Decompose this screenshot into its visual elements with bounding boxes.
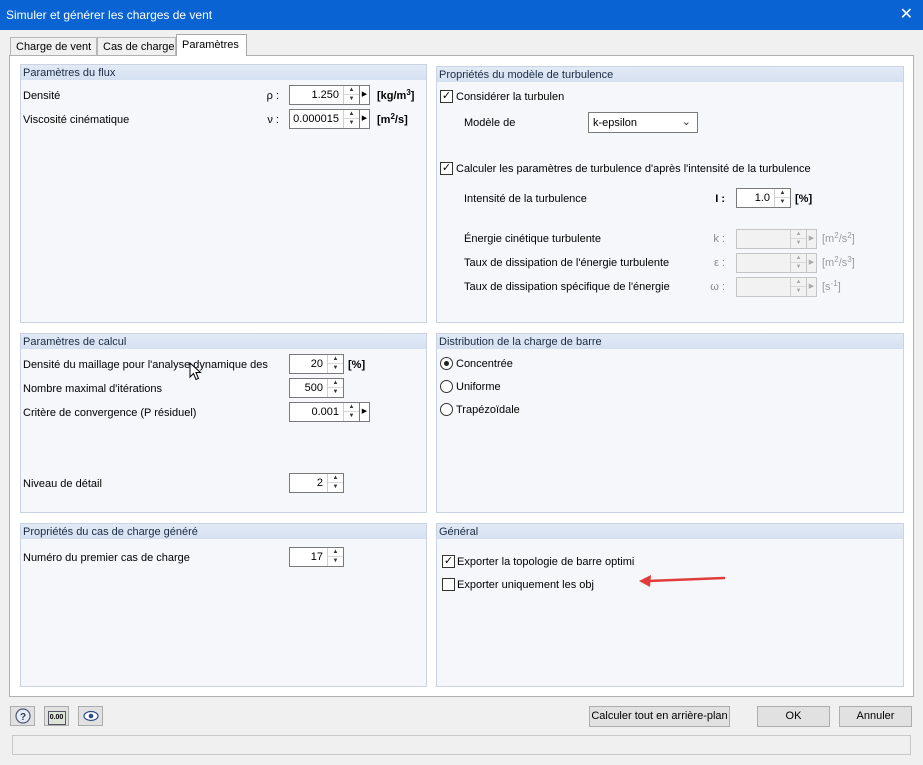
kinetic-label: Énergie cinétique turbulente (464, 233, 601, 245)
calc-turbulence-checkbox[interactable]: ✓ (440, 162, 453, 175)
convergence-menu-button[interactable]: ▶ (359, 402, 370, 422)
general-header: Général (437, 524, 903, 539)
help-button[interactable]: ? (10, 706, 35, 726)
export-topology-label: Exporter la topologie de barre optimi (457, 556, 635, 568)
export-only-label: Exporter uniquement les obj (457, 579, 594, 591)
loadcase-group: Propriétés du cas de charge généré Numér… (20, 523, 427, 687)
intensity-input[interactable]: 1.0 ▲ ▼ (736, 188, 791, 208)
calc-header: Paramètres de calcul (21, 334, 426, 349)
flux-header: Paramètres du flux (21, 65, 426, 80)
intensity-label: Intensité de la turbulence (464, 193, 587, 205)
cursor-icon (189, 362, 202, 381)
density-label: Densité (23, 90, 61, 102)
mesh-label: Densité du maillage pour l'analyse dynam… (23, 359, 268, 371)
title-bar: Simuler et générer les charges de vent ✕ (0, 0, 923, 30)
first-loadcase-input[interactable]: 17 ▲ ▼ (289, 547, 344, 567)
radio-trapezoidale[interactable] (440, 403, 453, 416)
chevron-down-icon: ⌄ (681, 116, 691, 128)
loadcase-header: Propriétés du cas de charge généré (21, 524, 426, 539)
density-input[interactable]: 1.250 ▲ ▼ ▶ (289, 85, 370, 105)
tab-charge-de-vent[interactable]: Charge de vent (10, 37, 97, 56)
specific-label: Taux de dissipation spécifique de l'éner… (464, 281, 670, 293)
general-group: Général ✓ Exporter la topologie de barre… (436, 523, 904, 687)
convergence-label: Critère de convergence (P résiduel) (23, 407, 197, 419)
calc-background-button[interactable]: Calculer tout en arrière-plan (589, 706, 730, 727)
consider-turbulence-label: Considérer la turbulen (456, 91, 565, 103)
mesh-input[interactable]: 20 ▲ ▼ (289, 354, 344, 374)
density-symbol: ρ : (266, 90, 279, 102)
kinetic-input: ▲ ▼ ▶ (736, 229, 817, 249)
viscosity-menu-button[interactable]: ▶ (359, 109, 370, 129)
radio-concentree[interactable] (440, 357, 453, 370)
consider-turbulence-checkbox[interactable]: ✓ (440, 90, 453, 103)
tab-cas-de-charge[interactable]: Cas de charge (97, 37, 176, 56)
status-bar (12, 735, 911, 755)
density-menu-button[interactable]: ▶ (359, 85, 370, 105)
cancel-button[interactable]: Annuler (839, 706, 912, 727)
detail-input[interactable]: 2 ▲ ▼ (289, 473, 344, 493)
svg-text:?: ? (19, 712, 25, 723)
dissipation-symbol: ε : (713, 257, 725, 269)
calc-group: Paramètres de calcul Densité du maillage… (20, 333, 427, 513)
specific-input: ▲ ▼ ▶ (736, 277, 817, 297)
radio-trapezoidale-label: Trapézoïdale (456, 404, 520, 416)
density-unit: [kg/m3] (377, 88, 415, 102)
iterations-input[interactable]: 500 ▲ ▼ (289, 378, 344, 398)
export-topology-checkbox[interactable]: ✓ (442, 555, 455, 568)
distribution-header: Distribution de la charge de barre (437, 334, 903, 349)
kinetic-unit: [m2/s2] (822, 231, 855, 245)
radio-concentree-label: Concentrée (456, 358, 513, 370)
tab-page-parametres: Paramètres du flux Densité ρ : 1.250 ▲ ▼ … (9, 55, 914, 697)
radio-uniforme-label: Uniforme (456, 381, 501, 393)
turbulence-header: Propriétés du modèle de turbulence (437, 67, 903, 82)
dissipation-label: Taux de dissipation de l'énergie turbule… (464, 257, 670, 269)
annotation-arrow-icon (639, 575, 726, 587)
dissipation-unit: [m2/s3] (822, 255, 855, 269)
calc-turbulence-label: Calculer les paramètres de turbulence d'… (456, 163, 811, 175)
view-button[interactable] (78, 706, 103, 726)
intensity-unit: [%] (795, 193, 813, 205)
specific-unit: [s-1] (822, 279, 841, 293)
viscosity-symbol: ν : (267, 114, 279, 126)
eye-icon (82, 710, 99, 722)
viscosity-label: Viscosité cinématique (23, 114, 130, 126)
flux-group: Paramètres du flux Densité ρ : 1.250 ▲ ▼ … (20, 64, 427, 323)
window-title: Simuler et générer les charges de vent (6, 8, 213, 22)
units-icon: 0.00 (47, 711, 66, 725)
detail-label: Niveau de détail (23, 478, 102, 490)
dissipation-input: ▲ ▼ ▶ (736, 253, 817, 273)
convergence-input[interactable]: 0.001 ▲ ▼ ▶ (289, 402, 370, 422)
model-label: Modèle de (464, 117, 516, 129)
export-only-checkbox[interactable] (442, 578, 455, 591)
first-loadcase-label: Numéro du premier cas de charge (23, 552, 190, 564)
intensity-symbol: I : (715, 193, 725, 205)
mesh-unit: [%] (348, 359, 366, 371)
tab-parametres[interactable]: Paramètres (176, 34, 247, 56)
viscosity-unit: [m2/s] (377, 112, 408, 126)
kinetic-symbol: k : (713, 233, 725, 245)
turbulence-group: Propriétés du modèle de turbulence ✓ Con… (436, 66, 904, 323)
ok-button[interactable]: OK (757, 706, 830, 727)
radio-uniforme[interactable] (440, 380, 453, 393)
model-select[interactable]: k-epsilon ⌄ (588, 112, 698, 133)
help-icon: ? (14, 708, 31, 724)
distribution-group: Distribution de la charge de barre Conce… (436, 333, 904, 513)
close-icon[interactable]: ✕ (900, 4, 913, 24)
units-button[interactable]: 0.00 (44, 706, 69, 726)
iterations-label: Nombre maximal d'itérations (23, 383, 163, 395)
specific-symbol: ω : (710, 281, 725, 293)
viscosity-input[interactable]: 0.000015 ▲ ▼ ▶ (289, 109, 370, 129)
